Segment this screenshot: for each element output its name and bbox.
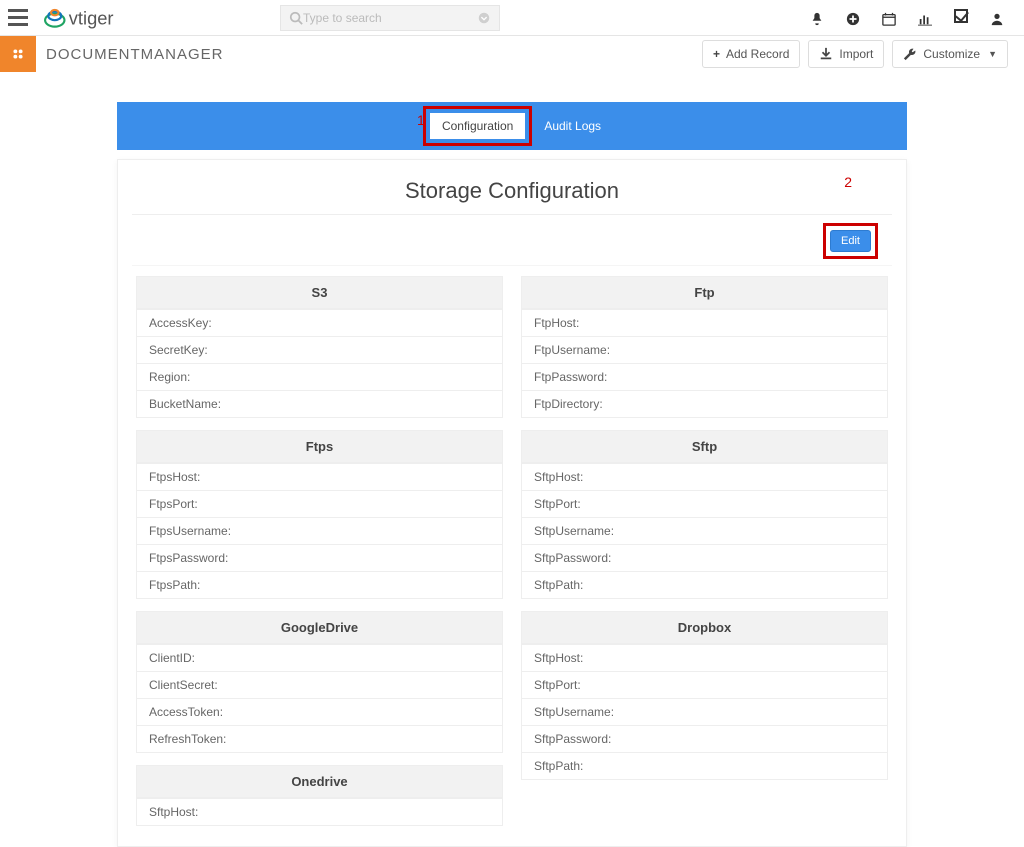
wrench-icon <box>903 47 917 62</box>
config-block: OnedriveSftpHost: <box>136 765 503 826</box>
chevron-down-icon[interactable] <box>477 11 491 25</box>
config-block: FtpFtpHost:FtpUsername:FtpPassword:FtpDi… <box>521 276 888 418</box>
search-box[interactable] <box>280 5 500 31</box>
customize-button[interactable]: Customize▼ <box>892 40 1008 69</box>
logo[interactable]: vtiger <box>40 4 160 32</box>
block-title: Ftp <box>522 277 887 309</box>
block-row: FtpHost: <box>522 309 887 336</box>
config-block: S3AccessKey:SecretKey:Region:BucketName: <box>136 276 503 418</box>
tab-audit-logs[interactable]: Audit Logs <box>544 119 601 133</box>
callout-2: 2 <box>844 174 852 190</box>
block-row: FtpPassword: <box>522 363 887 390</box>
block-title: S3 <box>137 277 502 309</box>
callout-1-box: Configuration <box>423 106 532 146</box>
block-row: SftpUsername: <box>522 517 887 544</box>
callout-2-box: Edit <box>823 223 878 259</box>
plus-icon: + <box>713 47 720 61</box>
panel: Storage Configuration 2 Edit S3AccessKey… <box>117 159 907 847</box>
block-row: SftpPath: <box>522 571 887 598</box>
panel-title: Storage Configuration <box>142 178 882 204</box>
edit-button[interactable]: Edit <box>830 230 871 252</box>
block-row: FtpsPath: <box>137 571 502 598</box>
calendar-icon[interactable] <box>882 9 896 25</box>
config-block: FtpsFtpsHost:FtpsPort:FtpsUsername:FtpsP… <box>136 430 503 599</box>
bell-icon[interactable] <box>810 9 824 25</box>
block-row: Region: <box>137 363 502 390</box>
chart-icon[interactable] <box>918 9 932 25</box>
block-row: SftpPassword: <box>522 725 887 752</box>
block-title: Ftps <box>137 431 502 463</box>
sidebar-toggle[interactable] <box>0 36 36 72</box>
caret-down-icon: ▼ <box>988 49 997 59</box>
block-row: SftpHost: <box>522 644 887 671</box>
edit-row: Edit <box>132 215 892 266</box>
column-right: FtpFtpHost:FtpUsername:FtpPassword:FtpDi… <box>521 276 888 826</box>
user-icon[interactable] <box>990 9 1004 25</box>
config-block: SftpSftpHost:SftpPort:SftpUsername:SftpP… <box>521 430 888 599</box>
block-title: GoogleDrive <box>137 612 502 644</box>
vtiger-logo: vtiger <box>40 4 160 32</box>
block-row: FtpsUsername: <box>137 517 502 544</box>
topbar: vtiger <box>0 0 1024 36</box>
config-block: GoogleDriveClientID:ClientSecret:AccessT… <box>136 611 503 753</box>
callout-1: 1 <box>417 112 425 128</box>
block-row: AccessToken: <box>137 698 502 725</box>
main-content: 1 Configuration Audit Logs Storage Confi… <box>117 102 907 847</box>
hamburger-menu[interactable] <box>0 0 36 36</box>
block-title: Sftp <box>522 431 887 463</box>
block-row: FtpsPort: <box>137 490 502 517</box>
columns: S3AccessKey:SecretKey:Region:BucketName:… <box>132 276 892 826</box>
block-row: BucketName: <box>137 390 502 417</box>
add-record-button[interactable]: +Add Record <box>702 40 800 69</box>
svg-text:vtiger: vtiger <box>69 7 114 28</box>
subbar: DOCUMENTMANAGER +Add Record Import Custo… <box>0 36 1024 72</box>
tabs-bar: 1 Configuration Audit Logs <box>117 102 907 150</box>
column-left: S3AccessKey:SecretKey:Region:BucketName:… <box>136 276 503 826</box>
block-row: AccessKey: <box>137 309 502 336</box>
block-row: SftpHost: <box>522 463 887 490</box>
download-icon <box>819 47 833 62</box>
import-button[interactable]: Import <box>808 40 884 69</box>
plus-circle-icon[interactable] <box>846 9 860 25</box>
block-row: SftpPassword: <box>522 544 887 571</box>
tab-configuration[interactable]: Configuration <box>430 113 525 139</box>
block-row: SftpHost: <box>137 798 502 825</box>
topbar-right-icons <box>810 9 1014 26</box>
block-row: SecretKey: <box>137 336 502 363</box>
sub-actions: +Add Record Import Customize▼ <box>702 40 1024 69</box>
block-row: FtpDirectory: <box>522 390 887 417</box>
module-title: DOCUMENTMANAGER <box>46 46 224 63</box>
block-title: Dropbox <box>522 612 887 644</box>
block-title: Onedrive <box>137 766 502 798</box>
block-row: FtpsPassword: <box>137 544 502 571</box>
block-row: ClientID: <box>137 644 502 671</box>
search-icon <box>289 11 303 25</box>
block-row: RefreshToken: <box>137 725 502 752</box>
block-row: SftpPort: <box>522 490 887 517</box>
block-row: SftpUsername: <box>522 698 887 725</box>
block-row: FtpUsername: <box>522 336 887 363</box>
panel-title-row: Storage Configuration 2 <box>132 174 892 215</box>
block-row: SftpPort: <box>522 671 887 698</box>
check-icon[interactable] <box>954 9 968 26</box>
search-input[interactable] <box>303 11 477 25</box>
block-row: FtpsHost: <box>137 463 502 490</box>
block-row: SftpPath: <box>522 752 887 779</box>
block-row: ClientSecret: <box>137 671 502 698</box>
